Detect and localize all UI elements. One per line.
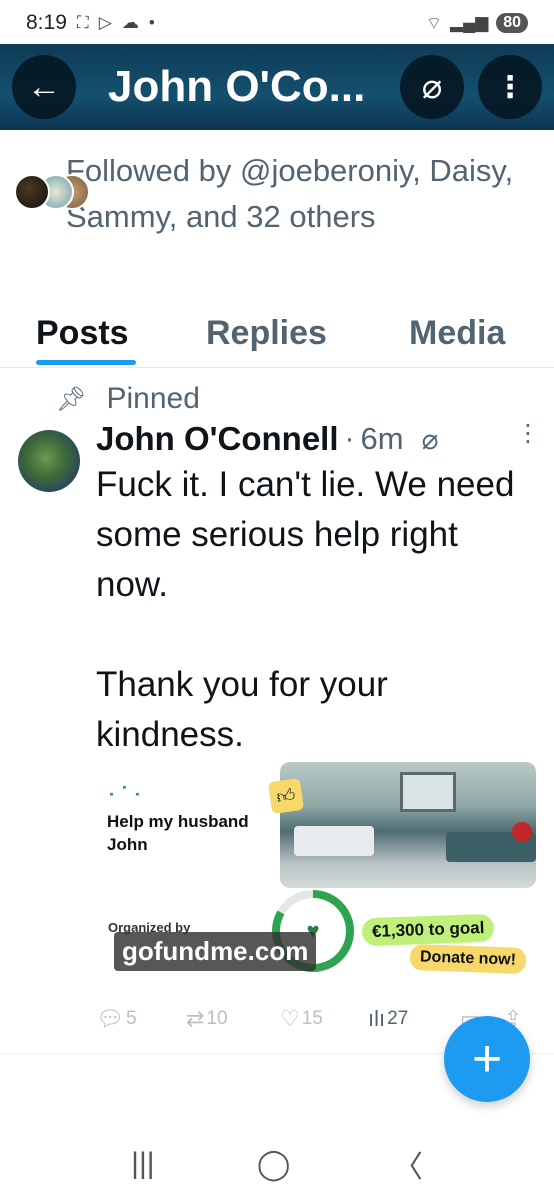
system-nav-bar: ||| ◯ 〈 bbox=[0, 1128, 554, 1200]
screenshot-icon: ⛶ bbox=[76, 13, 89, 32]
card-title: Help my husband John bbox=[107, 812, 249, 854]
like-count: 15 bbox=[301, 1008, 323, 1029]
system-back-icon[interactable]: 〈 bbox=[393, 1142, 423, 1186]
followed-by-row[interactable]: Followed by @joeberoniy, Daisy, Sammy, a… bbox=[14, 148, 544, 240]
thumbs-up-icon: 👍︎ bbox=[267, 777, 305, 815]
circle-slash-icon: ⌀ bbox=[421, 68, 443, 106]
plus-icon: + bbox=[471, 1030, 503, 1088]
tweet-header: John O'Connell · 6m ⌀ bbox=[96, 420, 438, 458]
goal-badge: €1,300 to goal bbox=[361, 913, 495, 947]
reply-button[interactable]: 💬︎ 5 bbox=[96, 1006, 137, 1032]
follower-avatars bbox=[14, 174, 90, 214]
photo-bed bbox=[294, 826, 374, 856]
home-icon[interactable]: ◯ bbox=[257, 1147, 291, 1182]
like-button[interactable]: ♡ 15 bbox=[280, 1006, 323, 1032]
views-button[interactable]: ılı 27 bbox=[368, 1006, 408, 1032]
bar-chart-icon: ılı bbox=[368, 1006, 386, 1031]
vertical-dots-icon: ⋮ bbox=[516, 420, 540, 447]
photo-red-object bbox=[512, 822, 532, 842]
followed-by-text: Followed by @joeberoniy, Daisy, Sammy, a… bbox=[65, 153, 514, 234]
author-name[interactable]: John O'Connell bbox=[96, 420, 339, 458]
arrow-left-icon: ← bbox=[27, 67, 61, 106]
card-image bbox=[280, 762, 536, 888]
heart-icon: ♡ bbox=[280, 1006, 300, 1031]
post-more-button[interactable]: ⋮ bbox=[516, 422, 540, 446]
play-store-icon: ▷ bbox=[98, 13, 112, 32]
repost-count: 10 bbox=[206, 1008, 228, 1029]
active-tab-indicator bbox=[36, 360, 136, 365]
author-avatar[interactable] bbox=[18, 430, 80, 492]
compose-button[interactable]: + bbox=[444, 1016, 530, 1102]
avatar bbox=[14, 174, 50, 210]
notification-dot-icon: • bbox=[148, 13, 155, 32]
post-text: Fuck it. I can't lie. We need some serio… bbox=[96, 465, 515, 754]
pinned-label-row: 📌︎ Pinned bbox=[56, 382, 200, 416]
status-time: 8:19 bbox=[26, 11, 67, 34]
back-button[interactable]: ← bbox=[12, 55, 76, 119]
status-bar: 8:19 ⛶ ▷ ☁ • ⌔ ▂▄▆ 80 bbox=[0, 0, 554, 46]
pinned-label: Pinned bbox=[106, 382, 200, 415]
vertical-dots-icon: ⋮ bbox=[495, 70, 525, 104]
tab-media[interactable]: Media bbox=[409, 314, 505, 353]
photo-window bbox=[400, 772, 456, 812]
cloud-icon: ☁ bbox=[121, 13, 139, 32]
battery-indicator: 80 bbox=[496, 13, 528, 33]
reply-icon: 💬︎ bbox=[96, 1006, 124, 1031]
separator-dot: · bbox=[344, 422, 355, 455]
tab-posts[interactable]: Posts bbox=[36, 314, 129, 353]
gofundme-logo-icon: ᐧ ᐝ ᐧ bbox=[108, 782, 141, 807]
repost-icon: ⇄ bbox=[186, 1006, 205, 1031]
more-options-button[interactable]: ⋮ bbox=[478, 55, 542, 119]
signal-icon: ▂▄▆ bbox=[450, 13, 489, 32]
wifi-icon: ⌔ bbox=[426, 13, 442, 33]
repost-button[interactable]: ⇄ 10 bbox=[186, 1006, 228, 1032]
profile-tabs: Posts Replies Media bbox=[0, 308, 554, 368]
card-domain-label: gofundme.com bbox=[114, 932, 317, 971]
circle-slash-icon: ⌀ bbox=[421, 423, 439, 455]
profile-header: ← John O'Co... ⌀ ⋮ bbox=[0, 44, 554, 130]
recent-apps-icon[interactable]: ||| bbox=[131, 1147, 154, 1181]
profile-title: John O'Co... bbox=[108, 62, 366, 111]
view-count: 27 bbox=[387, 1008, 409, 1029]
post-time[interactable]: 6m bbox=[361, 421, 404, 457]
donate-now-badge: Donate now! bbox=[409, 943, 527, 975]
pin-icon: 📌︎ bbox=[56, 385, 87, 413]
mute-button[interactable]: ⌀ bbox=[400, 55, 464, 119]
tab-replies[interactable]: Replies bbox=[206, 314, 327, 353]
reply-count: 5 bbox=[125, 1008, 137, 1029]
